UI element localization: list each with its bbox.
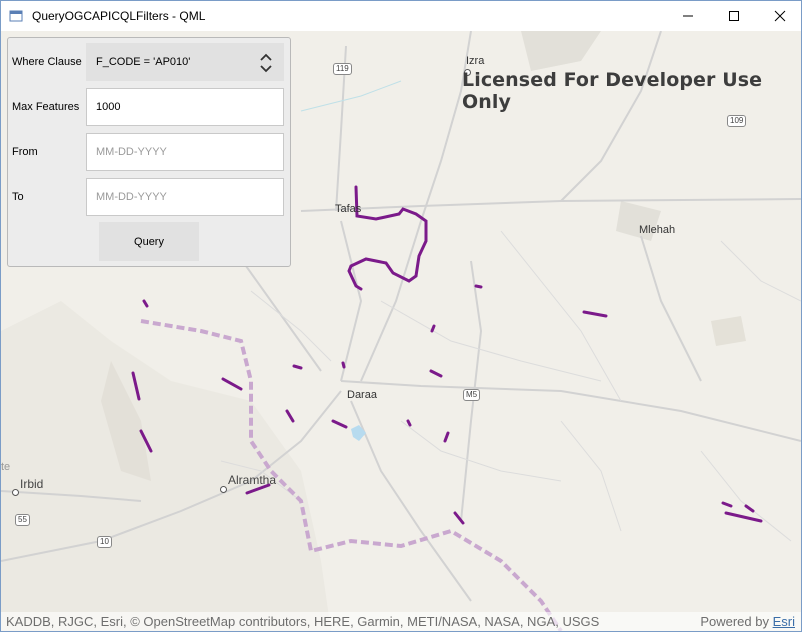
max-features-input[interactable]: 1000	[86, 88, 284, 126]
terrain-shade	[1, 301, 331, 631]
route-shield-119: 119	[333, 63, 352, 75]
feature-line	[142, 299, 149, 308]
from-label: From	[12, 146, 38, 158]
route-shield-109: 109	[727, 115, 747, 127]
terrain-shade	[521, 31, 601, 71]
where-clause-combobox[interactable]: F_CODE = 'AP010'	[86, 43, 284, 81]
title-bar[interactable]: QueryOGCAPICQLFilters - QML	[1, 1, 801, 31]
to-label: To	[12, 191, 24, 203]
feature-line	[285, 409, 295, 423]
powered-by-label: Powered by	[700, 614, 769, 629]
place-label-daraa: Daraa	[347, 389, 377, 401]
feature-line	[430, 324, 436, 333]
feature-line	[429, 369, 443, 378]
place-label-partial: te	[1, 461, 11, 473]
feature-line	[406, 419, 412, 427]
where-clause-value: F_CODE = 'AP010'	[96, 56, 191, 68]
road	[400, 420, 562, 482]
app-icon	[9, 10, 23, 22]
route-shield-m5: M5	[463, 389, 481, 401]
max-features-label: Max Features	[12, 101, 80, 113]
road	[300, 198, 801, 212]
minimize-button[interactable]	[665, 1, 711, 31]
road	[560, 420, 622, 532]
route-shield-10: 10	[97, 536, 112, 548]
app-window: QueryOGCAPICQLFilters - QML Izra Tafas M…	[0, 0, 802, 632]
place-label-mlehah: Mlehah	[639, 224, 676, 236]
road	[340, 220, 363, 382]
feature-line	[341, 361, 346, 369]
feature-line	[474, 284, 483, 289]
query-button[interactable]: Query	[99, 222, 199, 261]
attribution-text: KADDB, RJGC, Esri, © OpenStreetMap contr…	[6, 614, 600, 629]
feature-line	[292, 364, 303, 370]
feature-line	[443, 431, 450, 443]
powered-by: Powered by Esri	[700, 614, 795, 629]
feature-line	[331, 419, 348, 429]
place-label-tafas: Tafas	[335, 203, 362, 215]
road	[350, 400, 472, 602]
up-down-arrows-icon	[260, 53, 272, 73]
esri-link[interactable]: Esri	[773, 614, 795, 629]
town-dot	[220, 486, 227, 493]
road	[700, 450, 792, 542]
to-date-input[interactable]: MM-DD-YYYY	[86, 178, 284, 216]
road	[250, 290, 332, 362]
road	[340, 380, 801, 442]
from-date-input[interactable]: MM-DD-YYYY	[86, 133, 284, 171]
window-title: QueryOGCAPICQLFilters - QML	[32, 9, 206, 23]
maximize-icon	[729, 11, 739, 21]
terrain-shade	[711, 316, 746, 346]
minimize-icon	[683, 15, 693, 17]
road	[380, 300, 602, 382]
where-clause-label: Where Clause	[12, 56, 82, 68]
license-watermark: Licensed For Developer Use Only	[462, 69, 763, 113]
route-shield-55: 55	[15, 514, 30, 526]
road	[640, 235, 702, 382]
close-button[interactable]	[757, 1, 801, 31]
feature-line	[221, 377, 243, 391]
lake	[351, 425, 366, 441]
maximize-button[interactable]	[711, 1, 757, 31]
town-dot	[12, 489, 19, 496]
query-panel: Where Clause F_CODE = 'AP010' Max Featur…	[7, 37, 291, 267]
river	[300, 80, 402, 112]
place-label-alramtha: Alramtha	[228, 473, 277, 487]
place-label-izra: Izra	[466, 55, 485, 67]
road	[720, 240, 801, 302]
attribution-bar: KADDB, RJGC, Esri, © OpenStreetMap contr…	[1, 612, 801, 631]
place-label-irbid: Irbid	[20, 477, 44, 491]
feature-line	[582, 310, 608, 318]
close-icon	[774, 10, 786, 22]
